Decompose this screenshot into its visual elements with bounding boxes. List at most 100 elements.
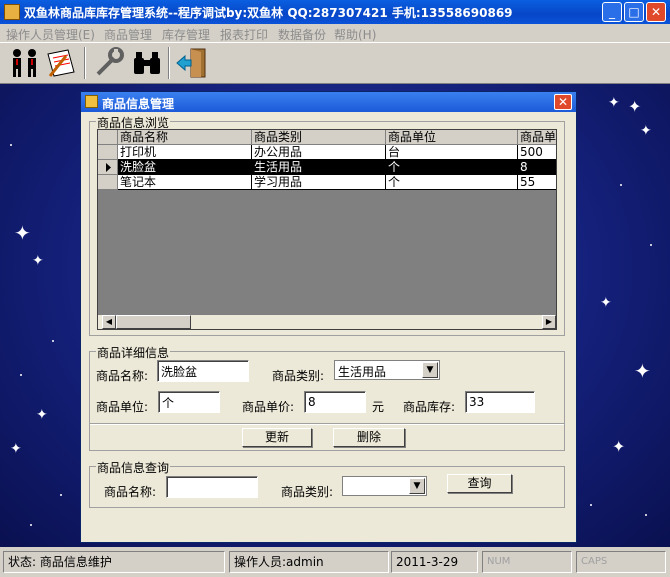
star-dot xyxy=(620,184,622,186)
star-icon: ✦ xyxy=(36,407,48,423)
star-dot xyxy=(30,524,32,526)
toolbar-separator xyxy=(168,47,170,79)
menu-operator-management[interactable]: 操作人员管理(E) xyxy=(6,26,95,43)
star-dot xyxy=(10,144,12,146)
row-selector[interactable] xyxy=(98,175,118,190)
menu-help[interactable]: 帮助(H) xyxy=(334,26,376,43)
column-header-category[interactable]: 商品类别 xyxy=(252,130,386,145)
cell-unit: 台 xyxy=(386,145,518,160)
edit-note-icon[interactable] xyxy=(44,46,78,80)
app-window: 双鱼林商品库库存管理系统--程序调试by:双鱼林 QQ:287307421 手机… xyxy=(0,0,670,577)
detail-group-label: 商品详细信息 xyxy=(96,344,171,361)
binoculars-icon[interactable] xyxy=(130,46,164,80)
grid-header-row: 商品名称 商品类别 商品单位 商品单 xyxy=(98,130,556,145)
star-icon: ✦ xyxy=(600,295,612,311)
category-label: 商品类别: xyxy=(272,369,325,383)
star-icon: ✦ xyxy=(640,123,652,139)
unit-label: 商品单位: xyxy=(96,400,149,414)
cell-price: 8 xyxy=(518,160,556,175)
chevron-down-icon[interactable]: ▼ xyxy=(422,362,438,378)
row-selector[interactable] xyxy=(98,145,118,160)
cell-name: 打印机 xyxy=(118,145,252,160)
star-dot xyxy=(60,494,62,496)
star-icon: ✦ xyxy=(608,95,620,111)
name-input[interactable] xyxy=(157,360,249,382)
tools-icon[interactable] xyxy=(92,46,126,80)
cell-name: 洗脸盆 xyxy=(118,160,252,175)
menu-data-backup[interactable]: 数据备份 xyxy=(278,26,326,43)
star-dot xyxy=(590,504,592,506)
status-bar: 状态: 商品信息维护 操作人员:admin 2011-3-29 NUM CAPS xyxy=(0,547,670,577)
menu-report-print[interactable]: 报表打印 xyxy=(220,26,268,43)
toolbar-separator xyxy=(84,47,86,79)
app-icon xyxy=(4,4,20,20)
dialog-icon xyxy=(85,95,98,108)
stock-label: 商品库存: xyxy=(403,400,456,414)
menu-bar: 操作人员管理(E) 商品管理 库存管理 报表打印 数据备份 帮助(H) xyxy=(0,24,670,42)
star-dot xyxy=(650,244,652,246)
column-header-price[interactable]: 商品单 xyxy=(518,130,556,145)
category-select-value: 生活用品 xyxy=(338,365,387,379)
update-button[interactable]: 更新 xyxy=(242,428,312,447)
cell-unit: 个 xyxy=(386,175,518,190)
star-icon: ✦ xyxy=(628,97,642,116)
cell-price: 500 xyxy=(518,145,556,160)
people-icon[interactable] xyxy=(8,46,42,80)
unit-input[interactable] xyxy=(158,391,220,413)
query-name-label: 商品名称: xyxy=(104,485,157,499)
toolbar xyxy=(0,42,670,84)
star-dot xyxy=(645,514,647,516)
exit-door-icon[interactable] xyxy=(175,46,209,80)
scroll-left-button[interactable]: ◀ xyxy=(102,315,116,329)
current-row-arrow-icon xyxy=(106,163,111,172)
cell-category: 生活用品 xyxy=(252,160,386,175)
price-unit: 元 xyxy=(372,400,385,414)
query-group-label: 商品信息查询 xyxy=(96,459,171,476)
grid-horizontal-scrollbar[interactable]: ◀ ▶ xyxy=(98,315,556,329)
dialog-title-bar: 商品信息管理 ✕ xyxy=(81,92,576,112)
query-name-input[interactable] xyxy=(166,476,258,498)
row-selector[interactable] xyxy=(98,160,118,175)
star-icon: ✦ xyxy=(14,221,31,245)
maximize-button[interactable]: □ xyxy=(624,2,644,22)
menu-inventory-management[interactable]: 库存管理 xyxy=(162,26,210,43)
detail-divider xyxy=(90,423,564,425)
cell-category: 学习用品 xyxy=(252,175,386,190)
star-icon: ✦ xyxy=(612,437,626,456)
dialog-title: 商品信息管理 xyxy=(102,97,175,111)
close-button[interactable]: ✕ xyxy=(646,2,666,22)
stock-input[interactable] xyxy=(465,391,535,413)
title-bar: 双鱼林商品库库存管理系统--程序调试by:双鱼林 QQ:287307421 手机… xyxy=(0,0,670,24)
table-row[interactable]: 笔记本 学习用品 个 55 xyxy=(98,175,556,190)
price-label: 商品单价: xyxy=(242,400,295,414)
cell-price: 55 xyxy=(518,175,556,190)
chevron-down-icon[interactable]: ▼ xyxy=(409,478,425,494)
goods-grid[interactable]: 商品名称 商品类别 商品单位 商品单 打印机 办公用品 台 500 洗脸盆 生活… xyxy=(97,129,557,330)
grid-corner xyxy=(98,130,118,145)
operator-text: 操作人员:admin xyxy=(229,551,389,573)
menu-goods-management[interactable]: 商品管理 xyxy=(104,26,152,43)
star-icon: ✦ xyxy=(32,253,44,269)
star-icon: ✦ xyxy=(10,441,22,457)
column-header-unit[interactable]: 商品单位 xyxy=(386,130,518,145)
caps-lock-indicator: CAPS xyxy=(576,551,666,573)
star-icon: ✦ xyxy=(634,359,651,383)
query-category-select[interactable]: ▼ xyxy=(342,476,427,496)
query-category-label: 商品类别: xyxy=(281,485,334,499)
search-button[interactable]: 查询 xyxy=(447,474,512,493)
date-text: 2011-3-29 xyxy=(391,551,478,573)
star-dot xyxy=(52,340,54,342)
dialog-close-button[interactable]: ✕ xyxy=(554,94,572,110)
table-row-selected[interactable]: 洗脸盆 生活用品 个 8 xyxy=(98,160,556,175)
category-select[interactable]: 生活用品 ▼ xyxy=(334,360,440,380)
column-header-name[interactable]: 商品名称 xyxy=(118,130,252,145)
delete-button[interactable]: 删除 xyxy=(333,428,405,447)
scroll-right-button[interactable]: ▶ xyxy=(542,315,556,329)
price-input[interactable] xyxy=(304,391,366,413)
status-text: 状态: 商品信息维护 xyxy=(3,551,225,573)
scroll-thumb[interactable] xyxy=(116,315,191,329)
minimize-button[interactable]: _ xyxy=(602,2,622,22)
name-label: 商品名称: xyxy=(96,369,149,383)
star-dot xyxy=(20,374,22,376)
table-row[interactable]: 打印机 办公用品 台 500 xyxy=(98,145,556,160)
